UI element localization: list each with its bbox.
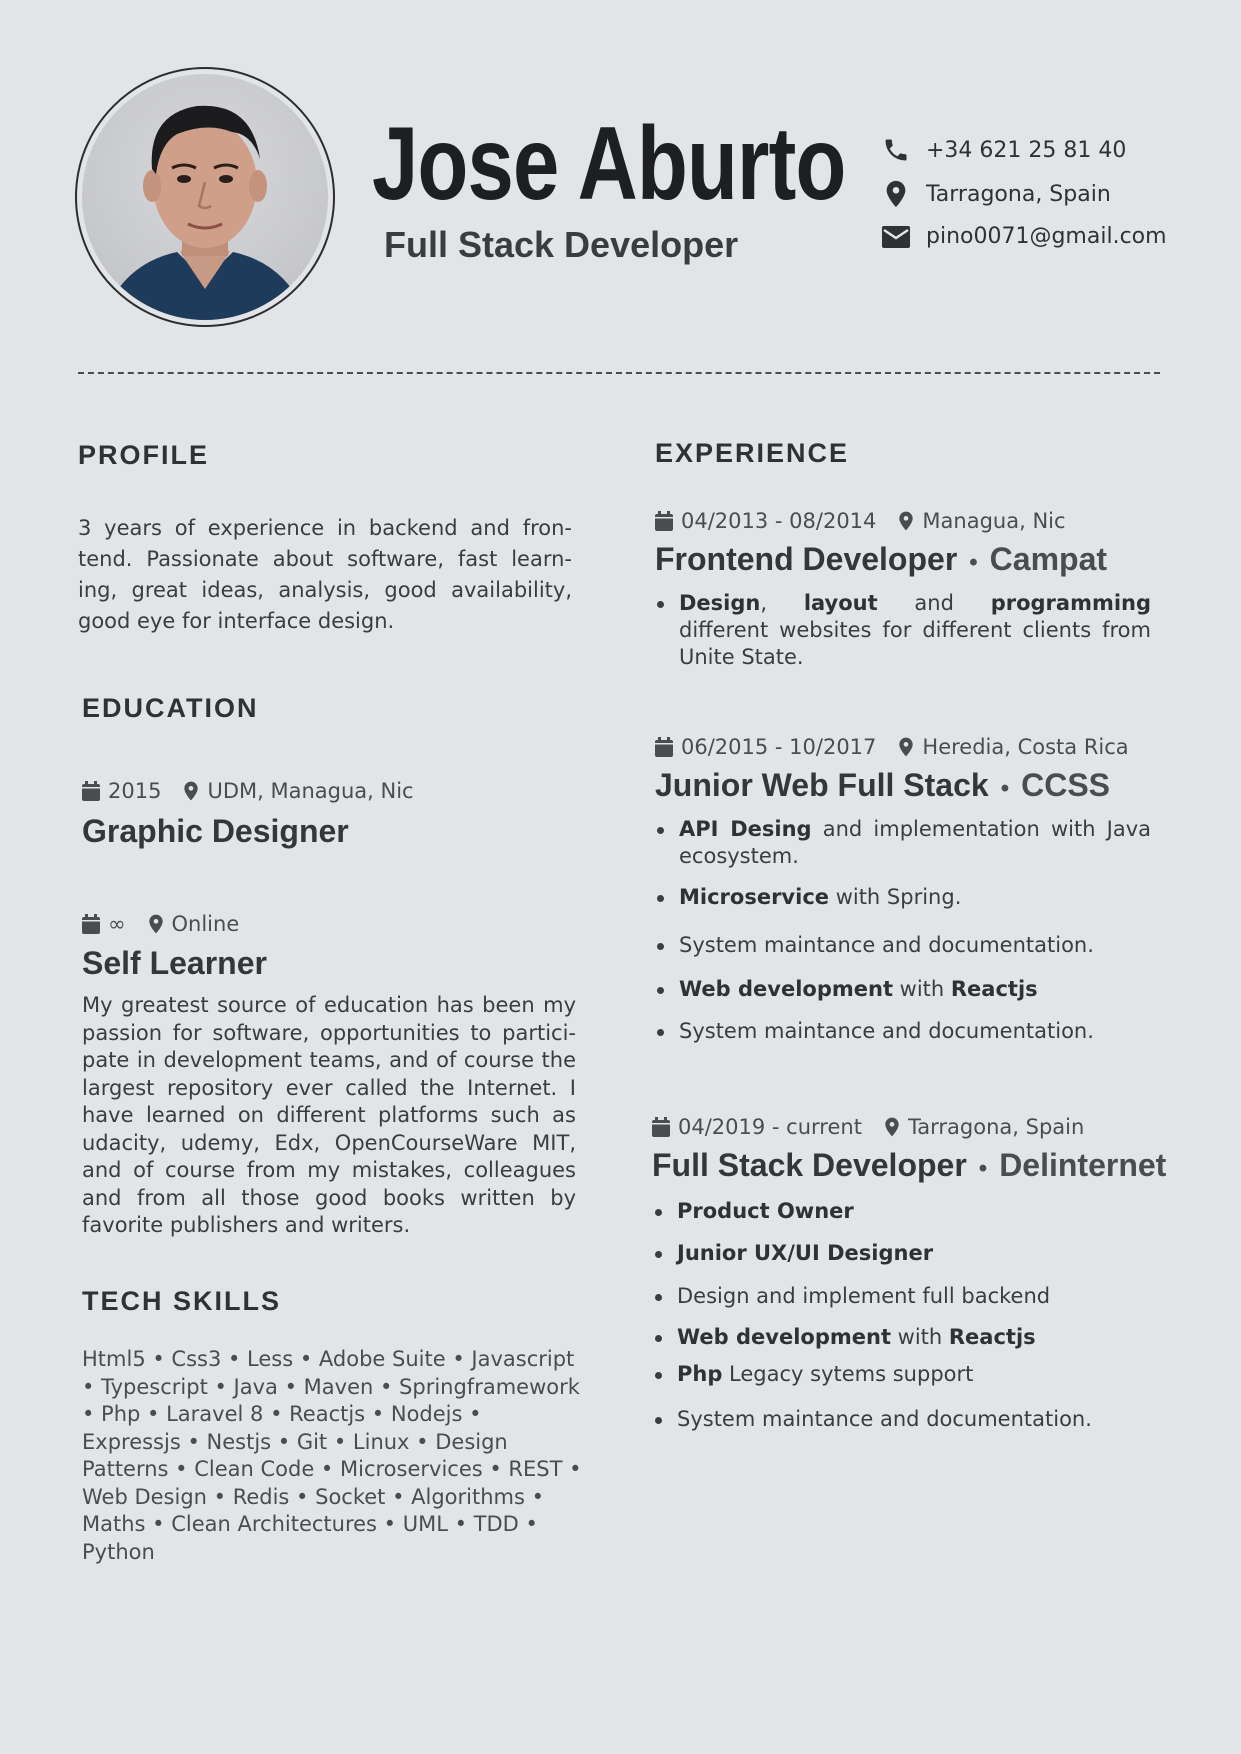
job-2-title: Junior Web Full Stack (655, 767, 989, 803)
candidate-name: Jose Aburto (372, 106, 846, 222)
job-1-title-line: Frontend Developer • Campat (655, 541, 1107, 578)
portrait-image (102, 105, 308, 320)
job-2-company: CCSS (1021, 767, 1110, 803)
contact-email: pino0071@gmail.com (880, 224, 1167, 249)
profile-heading: PROFILE (78, 440, 210, 470)
list-item: Design and implement full backend (653, 1283, 1050, 1310)
envelope-icon (880, 225, 912, 249)
job-2-date: 06/2015 - 10/2017 (681, 735, 877, 759)
job-3-date: 04/2019 - current (678, 1115, 862, 1139)
education-heading: EDUCATION (82, 693, 259, 723)
phone-icon (880, 136, 912, 164)
list-item: Junior UX/UI Designer (653, 1240, 933, 1267)
education-item-2-meta: ∞ Online (82, 912, 239, 936)
tech-skills-list: Html5 • Css3 • Less • Adobe Suite • Java… (82, 1347, 582, 1564)
email-text[interactable]: pino0071@gmail.com (926, 224, 1167, 249)
education-item-2-date: ∞ (108, 912, 126, 936)
job-1-date: 04/2013 - 08/2014 (681, 509, 877, 533)
job-1-title: Frontend Developer (655, 541, 958, 577)
list-item: System maintance and documentation. (655, 932, 1094, 959)
job-1-place: Managua, Nic (922, 509, 1066, 533)
list-item: Product Owner (653, 1198, 854, 1225)
list-item: System maintance and documentation. (655, 1018, 1094, 1045)
education-item-1-place: UDM, Managua, Nic (207, 779, 414, 803)
list-item: Microservice with Spring. (655, 884, 961, 911)
map-pin-icon (898, 737, 914, 757)
map-pin-icon (884, 1117, 900, 1137)
calendar-icon (82, 914, 100, 934)
profile-photo-frame (75, 67, 335, 327)
calendar-icon (82, 781, 100, 801)
separator-dot: • (978, 1155, 988, 1182)
list-item: Design, layout and programming different… (655, 590, 1151, 671)
header-divider (78, 372, 1160, 374)
candidate-role: Full Stack Developer (384, 224, 739, 265)
map-pin-icon (183, 781, 199, 801)
tech-skills-heading: TECH SKILLS (82, 1286, 282, 1316)
education-item-2-text: My greatest source of education has been… (82, 993, 576, 1237)
phone-text[interactable]: +34 621 25 81 40 (926, 138, 1126, 163)
education-item-2-place: Online (171, 912, 240, 936)
calendar-icon (655, 737, 673, 757)
list-item: Php Legacy sytems support (653, 1361, 973, 1388)
map-pin-icon (148, 914, 164, 934)
separator-dot: • (969, 549, 978, 576)
job-1-meta: 04/2013 - 08/2014 Managua, Nic (655, 509, 1066, 533)
calendar-icon (652, 1117, 670, 1137)
list-item: Web development with Reactjs (655, 976, 1038, 1003)
map-pin-icon (880, 180, 912, 208)
map-pin-icon (898, 511, 914, 531)
profile-text: 3 years of experience in backend and fro… (78, 516, 572, 633)
contact-phone: +34 621 25 81 40 (880, 136, 1126, 164)
education-item-1-title: Graphic Designer (82, 813, 349, 849)
job-3-company: Delinternet (999, 1147, 1167, 1183)
job-2-meta: 06/2015 - 10/2017 Heredia, Costa Rica (655, 735, 1129, 759)
location-text: Tarragona, Spain (926, 181, 1111, 207)
list-item: API Desing and implementation with Java … (655, 816, 1151, 870)
job-3-title: Full Stack Developer (652, 1147, 967, 1183)
education-item-1-meta: 2015 UDM, Managua, Nic (82, 779, 414, 803)
job-3-title-line: Full Stack Developer • Delinternet (652, 1147, 1166, 1184)
job-2-title-line: Junior Web Full Stack • CCSS (655, 767, 1110, 804)
list-item: Web development with Reactjs (653, 1324, 1036, 1351)
education-item-2-title: Self Learner (82, 945, 267, 981)
job-1-bullets: Design, layout and programming different… (655, 590, 1151, 671)
job-1-company: Campat (989, 541, 1108, 577)
experience-heading: EXPERIENCE (655, 438, 850, 468)
job-2-place: Heredia, Costa Rica (922, 735, 1129, 759)
list-item: System maintance and documentation. (653, 1406, 1092, 1433)
job-3-meta: 04/2019 - current Tarragona, Spain (652, 1115, 1084, 1139)
education-item-1-date: 2015 (108, 779, 162, 803)
job-2-bullets: API Desing and implementation with Java … (655, 816, 1151, 1043)
separator-dot: • (1000, 775, 1010, 802)
profile-photo (82, 74, 328, 320)
job-3-place: Tarragona, Spain (907, 1115, 1085, 1139)
calendar-icon (655, 511, 673, 531)
contact-location: Tarragona, Spain (880, 180, 1111, 208)
